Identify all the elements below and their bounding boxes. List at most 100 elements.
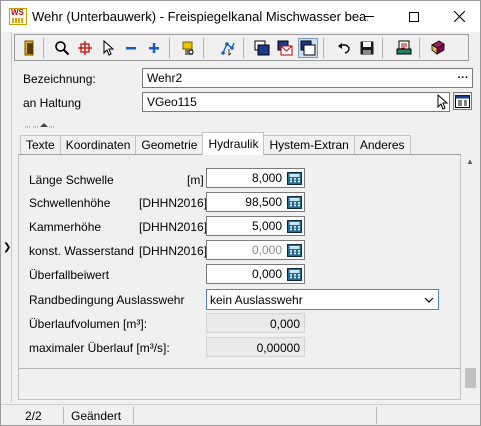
object-properties-icon [182,41,194,55]
close-button[interactable] [437,1,481,32]
ueberlaufvolumen-field: 0,000 [206,313,305,333]
pointer-button[interactable] [98,38,118,58]
ueberfallbeiwert-field[interactable]: 0,000 [206,264,305,284]
calculator-icon [287,171,302,185]
browse-button[interactable]: ··· [455,70,471,86]
wasserstand-unit: [DHHN2016] [139,244,208,258]
ueberfallbeiwert-value: 0,000 [251,267,282,281]
book-button[interactable] [428,38,448,58]
tab-geometrie[interactable]: Geometrie [135,135,204,155]
window-title: Wehr (Unterbauwerk) - Freispiegelkanal M… [32,9,368,24]
tab-hydraulik[interactable]: Hydraulik [202,132,265,155]
record-counter: 2/2 [25,409,42,423]
pointer-icon [103,40,115,56]
vertical-scrollbar[interactable]: ▲ [463,154,478,400]
kammerhoehe-value: 5,000 [251,219,282,233]
zoom-in-button[interactable] [144,38,164,58]
calculator-button[interactable] [286,170,303,186]
ueberlaufvolumen-label: Überlaufvolumen [m³]: [29,317,148,331]
max-ueberlauf-label: maximaler Überlauf [m³/s]: [29,341,170,355]
laenge-schwelle-label: Länge Schwelle [29,173,114,187]
window-layer-active-icon [300,40,316,56]
expand-chevron-icon: ❯ [3,242,12,253]
window-layer-envelope-icon [277,40,293,56]
scroll-up-icon[interactable]: ▲ [466,157,474,166]
maximize-icon [409,11,419,22]
laenge-schwelle-value: 8,000 [251,171,282,185]
print-list-icon [396,40,412,55]
app-icon-text: WS [11,8,24,17]
calculator-icon [287,267,302,281]
collapse-arrow-icon [25,123,55,128]
calculator-icon [287,243,302,257]
calculator-button[interactable] [286,194,303,210]
crosshair-button[interactable] [75,38,95,58]
laenge-schwelle-field[interactable]: 8,000 [206,168,305,188]
close-icon [453,11,465,22]
splitter-grip[interactable] [23,119,73,129]
tab-texte[interactable]: Texte [20,135,61,155]
haltung-label: an Haltung [23,96,82,110]
save-icon [360,41,374,55]
object-properties-button[interactable] [178,38,198,58]
laenge-schwelle-unit: [m] [187,173,204,187]
pick-from-map-button[interactable] [432,93,451,111]
schwellenhoehe-unit: [DHHN2016] [139,196,208,210]
form-grid-icon [455,94,470,108]
haltung-field[interactable]: VGeo115 [142,92,450,112]
calculator-icon [287,195,302,209]
network-icon [221,42,235,56]
app-icon: WS [9,8,27,25]
plus-icon [149,43,159,53]
maximize-button[interactable] [392,1,436,32]
bezeichnung-value: Wehr2 [147,71,183,85]
collapse-strip[interactable]: ❯ [1,32,12,402]
book-icon [431,40,445,55]
wasserstand-field[interactable]: 0,000 [206,240,305,260]
crosshair-icon [78,41,92,55]
print-list-button[interactable] [394,38,414,58]
window: WS Wehr (Unterbauwerk) - Freispiegelkana… [0,0,481,426]
zoom-out-button[interactable] [121,38,141,58]
tab-koordinaten[interactable]: Koordinaten [59,135,137,155]
bezeichnung-field[interactable]: Wehr2 ··· [142,68,473,88]
window-front-button[interactable] [252,38,272,58]
haltung-value: VGeo115 [147,95,197,109]
zoom-button[interactable] [52,38,72,58]
zoom-icon [55,41,70,56]
tab-anderes[interactable]: Anderes [353,135,411,155]
randbedingung-select[interactable]: kein Auslasswehr [206,289,439,310]
calculator-button[interactable] [286,266,303,282]
schwellenhoehe-field[interactable]: 98,500 [206,192,305,212]
toolbar [14,34,469,61]
scroll-thumb[interactable] [465,368,476,388]
kammerhoehe-unit: [DHHN2016] [139,220,208,234]
window-envelope-button[interactable] [275,38,295,58]
tab-strip: Texte Koordinaten Geometrie Hydraulik Hy… [20,132,411,155]
schwellenhoehe-value: 98,500 [245,195,282,209]
calculator-button[interactable] [286,218,303,234]
undo-icon [338,43,350,54]
tab-hystem-extran[interactable]: Hystem-Extran [263,135,355,155]
undo-button[interactable] [334,38,354,58]
exit-button[interactable] [19,38,39,58]
minus-icon [126,47,136,50]
window-layer-front-icon [254,40,270,56]
exit-door-icon [24,40,34,56]
wasserstand-value: 0,000 [251,243,282,257]
network-button[interactable] [218,38,238,58]
edit-state: Geändert [71,409,122,423]
kammerhoehe-field[interactable]: 5,000 [206,216,305,236]
randbedingung-value: kein Auslasswehr [210,292,303,307]
randbedingung-label: Randbedingung Auslasswehr [29,293,185,307]
calculator-icon [287,219,302,233]
calculator-button[interactable] [286,242,303,258]
save-button[interactable] [357,38,377,58]
bezeichnung-label: Bezeichnung: [23,72,96,86]
minimize-icon [364,16,374,17]
kammerhoehe-label: Kammerhöhe [29,220,102,234]
wasserstand-label: konst. Wasserstand [29,244,134,258]
minimize-button[interactable] [347,1,391,32]
window-active-button[interactable] [298,38,318,58]
calendar-button[interactable] [453,92,472,110]
